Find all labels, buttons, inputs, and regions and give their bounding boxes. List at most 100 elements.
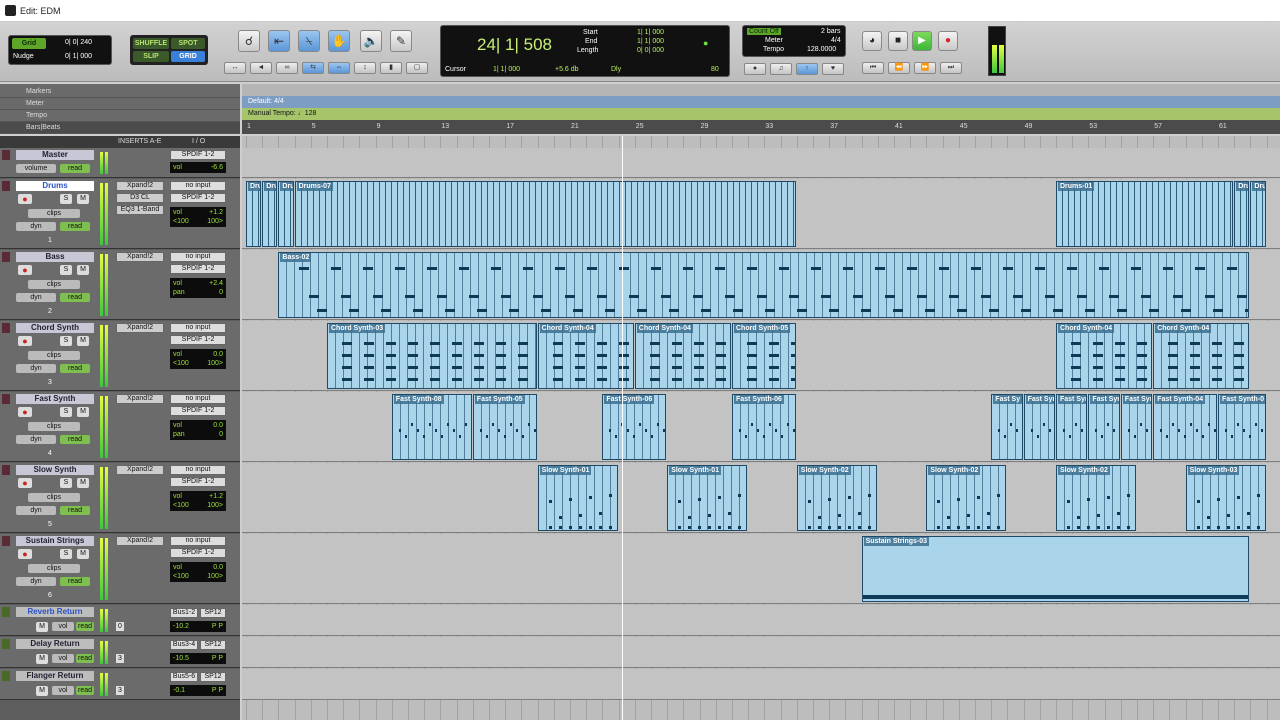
track-view-selector[interactable]: clips	[28, 422, 80, 431]
automation-view-selector[interactable]: dyn	[16, 506, 56, 515]
clip[interactable]: Fast Syn	[1088, 394, 1120, 460]
volume-value[interactable]: 0.0	[213, 421, 223, 430]
conductor-icon[interactable]: ↑	[796, 63, 818, 75]
input-selector[interactable]: no input	[170, 536, 226, 546]
meter-value[interactable]: 4/4	[831, 37, 841, 44]
volume-display[interactable]: -10.2 P P	[170, 621, 226, 632]
mute-button[interactable]: M	[77, 407, 89, 417]
output-selector[interactable]: SPDIF 1-2	[170, 150, 226, 160]
record-enable-button[interactable]: ●	[18, 194, 32, 204]
play-icon[interactable]: ▶	[912, 31, 932, 51]
output-selector[interactable]: SPDIF 1-2	[170, 548, 226, 558]
mute-button[interactable]: M	[77, 549, 89, 559]
metronome-icon[interactable]: ●	[744, 63, 766, 75]
window-icon[interactable]: ▢	[406, 62, 428, 74]
pan-indicator[interactable]: P P	[212, 654, 223, 663]
start-value[interactable]: 1| 1| 000	[637, 29, 664, 36]
automation-read-button[interactable]: read	[76, 622, 94, 631]
automation-view-selector[interactable]: dyn	[16, 577, 56, 586]
pan-indicator[interactable]: P P	[212, 622, 223, 631]
solo-button[interactable]: S	[60, 549, 72, 559]
automation-view-selector[interactable]: dyn	[16, 364, 56, 373]
grid-value[interactable]: 0| 0| 240	[65, 39, 92, 46]
track-view-selector[interactable]: clips	[28, 209, 80, 218]
automation-read-button[interactable]: read	[60, 164, 90, 173]
mirror-icon[interactable]: ⇔	[328, 62, 350, 74]
pan-indicator[interactable]: P P	[212, 686, 223, 695]
track-view-selector[interactable]: clips	[28, 493, 80, 502]
clip[interactable]: Dru	[1234, 181, 1250, 247]
solo-button[interactable]: S	[60, 336, 72, 346]
meter-ruler[interactable]: Default: 4/4	[242, 96, 1280, 108]
volume-pan-display[interactable]: vol -6.6	[170, 162, 226, 173]
bars-beats-ruler[interactable]: 1 5 9 13 17 21 25 29 33 37 41 45 49 53 57 61	[242, 120, 1280, 134]
input-selector[interactable]: Bus1-2	[170, 608, 198, 618]
aux-track-lane[interactable]	[242, 637, 1280, 668]
volume-value[interactable]: -10.2	[173, 623, 189, 630]
track-header[interactable]: Bass ● S Mclips dyn read 2 Xpand!2 no input SPDIF…	[0, 250, 240, 320]
mute-button[interactable]: M	[77, 478, 89, 488]
track-view-selector[interactable]: clips	[28, 351, 80, 360]
online-icon[interactable]: ◕	[862, 31, 882, 51]
volume-pan-display[interactable]: vol +1.2 <100 100>	[170, 207, 226, 227]
pan-left-value[interactable]: <100	[173, 502, 189, 509]
clip[interactable]: Slow Synth-02	[796, 465, 877, 531]
mute-button[interactable]: M	[77, 194, 89, 204]
inserts-column-label[interactable]: INSERTS A-E	[118, 136, 161, 148]
return-to-zero-icon[interactable]: ⏮	[862, 62, 884, 74]
volume-pan-display[interactable]: vol +2.4 pan 0	[170, 278, 226, 298]
output-selector[interactable]: SPDIF 1-2	[170, 335, 226, 345]
clip[interactable]: Fast Synth-04	[1153, 394, 1217, 460]
volume-value[interactable]: +2.4	[209, 279, 223, 288]
record-enable-button[interactable]: ●	[18, 336, 32, 346]
aux-track-lane[interactable]	[242, 669, 1280, 700]
record-enable-button[interactable]: ●	[18, 549, 32, 559]
clip[interactable]: Slow Synth-01	[667, 465, 748, 531]
tab-to-transient-icon[interactable]: ⇆	[302, 62, 324, 74]
track-header[interactable]: Sustain Strings ● S Mclips dyn read 6 Xpand!2 no…	[0, 534, 240, 604]
insertion-follows-icon[interactable]: ↕	[354, 62, 376, 74]
selector-tool-icon[interactable]: ⍀	[298, 30, 320, 52]
grabber-tool-icon[interactable]: ✋	[328, 30, 350, 52]
output-selector[interactable]: SP12	[200, 672, 226, 682]
insert-slot[interactable]: Xpand!2	[116, 394, 164, 404]
pan-right-value[interactable]: 100>	[207, 217, 223, 226]
tempo-ruler[interactable]: Manual Tempo: ♩128	[242, 108, 1280, 120]
shuffle-mode-button[interactable]: SHUFFLE	[133, 38, 169, 49]
track-name[interactable]: Slow Synth	[16, 465, 94, 475]
track-name[interactable]: Sustain Strings	[16, 536, 94, 546]
input-selector[interactable]: Bus3-4	[170, 640, 198, 650]
volume-display[interactable]: -0.1 P P	[170, 685, 226, 696]
insert-slot[interactable]: Xpand!2	[116, 181, 164, 191]
slip-mode-button[interactable]: SLIP	[133, 51, 169, 62]
output-selector[interactable]: SP12	[200, 608, 226, 618]
pan-right-value[interactable]: 100>	[207, 501, 223, 510]
scrubber-tool-icon[interactable]: 🔈	[360, 30, 382, 52]
track-name[interactable]: Reverb Return	[16, 607, 94, 617]
volume-pan-display[interactable]: vol 0.0 pan 0	[170, 420, 226, 440]
aux-track-header[interactable]: Flanger Return Mvol read 3 Bus5-6 SP12 -0.1 P P	[0, 669, 240, 700]
clip[interactable]: Fast Synth-06	[602, 394, 667, 460]
grid-mode-button[interactable]: GRID	[171, 51, 205, 62]
io-column-label[interactable]: I / O	[192, 136, 205, 148]
solo-button[interactable]: S	[60, 194, 72, 204]
automation-read-button[interactable]: read	[60, 506, 90, 515]
volume-value[interactable]: -6.6	[211, 163, 223, 172]
mute-button[interactable]: M	[77, 265, 89, 275]
count-off-button[interactable]: Count Off	[747, 28, 781, 35]
solo-button[interactable]: S	[60, 407, 72, 417]
automation-view-selector[interactable]: vol	[52, 622, 74, 631]
output-selector[interactable]: SPDIF 1-2	[170, 406, 226, 416]
clip[interactable]: Fast Synth-08	[391, 394, 472, 460]
clip[interactable]: Bass-02	[278, 252, 1250, 318]
clip[interactable]: Slow Synth-01	[537, 465, 618, 531]
automation-read-button[interactable]: read	[60, 293, 90, 302]
grid-button[interactable]: Grid	[12, 38, 46, 49]
keyboard-focus-icon[interactable]: ▮	[380, 62, 402, 74]
mute-button[interactable]: M	[36, 622, 48, 632]
aux-track-header[interactable]: Reverb Return Mvol read 0 Bus1-2 SP12 -10.2 P P	[0, 605, 240, 636]
insert-slot[interactable]: Xpand!2	[116, 536, 164, 546]
timeline-rulers[interactable]: Default: 4/4 Manual Tempo: ♩128 1 5 9 13 17 2…	[242, 84, 1280, 136]
track-view-selector[interactable]: clips	[28, 564, 80, 573]
clip[interactable]: Fast Synth-0	[1218, 394, 1266, 460]
